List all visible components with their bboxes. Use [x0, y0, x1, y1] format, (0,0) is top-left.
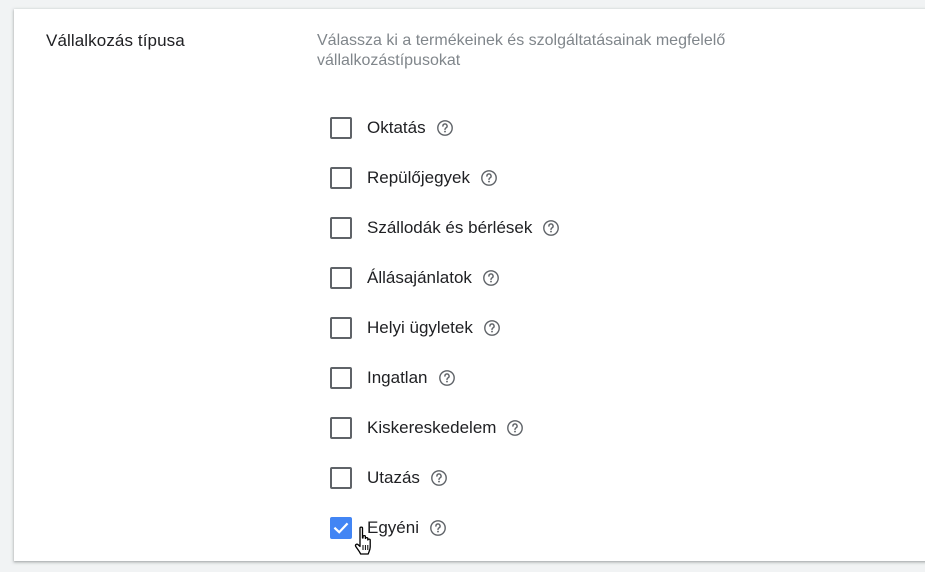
checkbox[interactable] — [330, 117, 352, 139]
checkbox[interactable] — [330, 467, 352, 489]
help-icon[interactable] — [430, 469, 448, 487]
checkbox[interactable] — [330, 267, 352, 289]
business-type-card: Vállalkozás típusa Válassza ki a terméke… — [14, 9, 925, 561]
option-allasajanlatok[interactable]: Állásajánlatok — [330, 253, 560, 303]
business-type-options: Oktatás Repülőjegyek Szállodák és bérlés… — [330, 103, 560, 553]
option-label: Állásajánlatok — [367, 268, 472, 287]
option-kiskereskedelem[interactable]: Kiskereskedelem — [330, 403, 560, 453]
option-label: Helyi ügyletek — [367, 318, 473, 337]
checkbox[interactable] — [330, 317, 352, 339]
help-icon[interactable] — [542, 219, 560, 237]
option-szallodak[interactable]: Szállodák és bérlések — [330, 203, 560, 253]
help-icon[interactable] — [480, 169, 498, 187]
option-utazas[interactable]: Utazás — [330, 453, 560, 503]
option-label: Kiskereskedelem — [367, 418, 497, 437]
help-icon[interactable] — [482, 269, 500, 287]
option-label: Utazás — [367, 468, 420, 487]
option-ingatlan[interactable]: Ingatlan — [330, 353, 560, 403]
option-label: Szállodák és bérlések — [367, 218, 533, 237]
option-repulojegyek[interactable]: Repülőjegyek — [330, 153, 560, 203]
option-label: Oktatás — [367, 118, 426, 137]
help-icon[interactable] — [506, 419, 524, 437]
option-helyi-ugyletek[interactable]: Helyi ügyletek — [330, 303, 560, 353]
help-icon[interactable] — [438, 369, 456, 387]
checkbox[interactable] — [330, 417, 352, 439]
checkbox[interactable] — [330, 367, 352, 389]
checkbox[interactable] — [330, 167, 352, 189]
section-description: Válassza ki a termékeinek és szolgáltatá… — [317, 32, 726, 69]
help-icon[interactable] — [436, 119, 454, 137]
help-icon[interactable] — [429, 519, 447, 537]
option-oktatas[interactable]: Oktatás — [330, 103, 560, 153]
section-label: Vállalkozás típusa — [46, 31, 185, 50]
checkbox[interactable] — [330, 217, 352, 239]
option-label: Repülőjegyek — [367, 168, 471, 187]
help-icon[interactable] — [483, 319, 501, 337]
option-label: Ingatlan — [367, 368, 428, 387]
hand-cursor-icon — [353, 526, 377, 558]
checkmark-icon — [333, 522, 349, 534]
checkbox-checked[interactable] — [330, 517, 352, 539]
